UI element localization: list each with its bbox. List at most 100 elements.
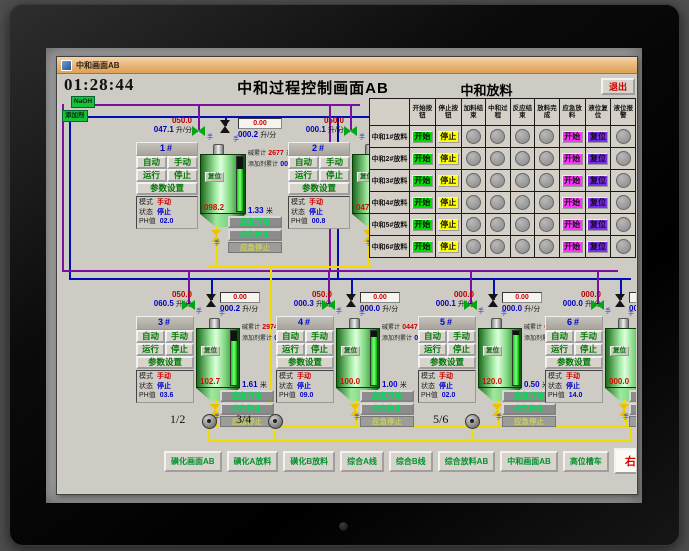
manual-mark: 手 [336, 309, 343, 315]
emergency-discharge-button[interactable]: 开始 [561, 130, 583, 143]
run-button[interactable]: 运行 [288, 169, 319, 182]
naoh-valve-icon[interactable] [192, 126, 205, 136]
params-button[interactable]: 参数设置 [136, 356, 194, 369]
nav-button[interactable]: 综合A线 [340, 450, 384, 472]
additive-valve-icon[interactable] [615, 294, 626, 307]
emergency-start-button[interactable]: 应急开始 [228, 216, 282, 228]
pump-icon[interactable] [268, 414, 283, 429]
nav-button[interactable]: 高位槽车 [562, 450, 609, 472]
unit-control-panel: 1# 自动 手动 运行 停止 参数设置 模式 手动 状态 停止 PH值 02.0 [136, 142, 198, 229]
stop-button[interactable]: 停止 [574, 343, 603, 356]
manual-button[interactable]: 手动 [319, 156, 350, 169]
stop-button[interactable]: 停止 [447, 343, 476, 356]
manual-button[interactable]: 手动 [574, 330, 603, 343]
additive-valve-icon[interactable] [220, 120, 231, 133]
auto-button[interactable]: 自动 [418, 330, 447, 343]
params-button[interactable]: 参数设置 [276, 356, 334, 369]
tank-reset-button[interactable]: 复位 [483, 346, 502, 356]
run-button[interactable]: 运行 [276, 343, 305, 356]
emergency-discharge-button[interactable]: 开始 [561, 174, 583, 187]
level-reset-button[interactable]: 复位 [587, 152, 609, 165]
auto-button[interactable]: 自动 [545, 330, 574, 343]
additive-total-label: 添加剂累计 [248, 162, 279, 168]
manual-mark: 手 [628, 311, 635, 317]
emergency-stop-button[interactable]: 应急停止 [228, 229, 282, 241]
naoh-valve-icon[interactable] [182, 300, 195, 310]
params-button[interactable]: 参数设置 [545, 356, 603, 369]
stop-button[interactable]: 停止 [437, 174, 459, 187]
naoh-valve-icon[interactable] [464, 300, 477, 310]
tank-reset-button[interactable]: 复位 [341, 346, 360, 356]
emergency-stop-button[interactable]: 应急停止 [360, 403, 414, 415]
auto-button[interactable]: 自动 [288, 156, 319, 169]
params-button[interactable]: 参数设置 [418, 356, 476, 369]
manual-button[interactable]: 手动 [165, 330, 194, 343]
naoh-valve-icon[interactable] [322, 300, 335, 310]
stop-button[interactable]: 停止 [437, 218, 459, 231]
run-button[interactable]: 运行 [136, 169, 167, 182]
alkali-total-label: 碱累计 [382, 325, 401, 331]
auto-button[interactable]: 自动 [136, 330, 165, 343]
nav-button[interactable]: 中和画面AB [500, 450, 558, 472]
tank-reset-button[interactable]: 复位 [205, 172, 224, 182]
tank-reset-button[interactable]: 复位 [610, 346, 629, 356]
additive-valve-icon[interactable] [206, 294, 217, 307]
exit-button[interactable]: 退出 [601, 78, 635, 95]
stop-button[interactable]: 停止 [437, 130, 459, 143]
emergency-stop-button[interactable]: 应急停止 [629, 403, 636, 415]
start-button[interactable]: 开始 [411, 218, 433, 231]
additive-valve-icon[interactable] [488, 294, 499, 307]
stop-button[interactable]: 停止 [437, 196, 459, 209]
pump-icon[interactable] [202, 414, 217, 429]
run-button[interactable]: 运行 [418, 343, 447, 356]
nav-button[interactable]: 磺化画面AB [164, 450, 222, 472]
window-titlebar[interactable]: 中和画面AB [57, 57, 637, 74]
manual-button[interactable]: 手动 [167, 156, 198, 169]
auto-button[interactable]: 自动 [136, 156, 167, 169]
nav-button[interactable]: 右屏 [613, 448, 636, 474]
run-button[interactable]: 运行 [545, 343, 574, 356]
stop-button[interactable]: 停止 [437, 152, 459, 165]
stop-button[interactable]: 停止 [437, 240, 459, 253]
start-button[interactable]: 开始 [411, 240, 433, 253]
row-label: 中和2#放料 [369, 147, 410, 170]
start-button[interactable]: 开始 [411, 174, 433, 187]
emergency-start-button[interactable]: 应急开始 [220, 390, 274, 402]
stop-button[interactable]: 停止 [305, 343, 334, 356]
run-button[interactable]: 运行 [136, 343, 165, 356]
emergency-discharge-button[interactable]: 开始 [561, 152, 583, 165]
naoh-valve-icon[interactable] [591, 300, 604, 310]
stop-button[interactable]: 停止 [167, 169, 198, 182]
pump-icon[interactable] [465, 414, 480, 429]
stop-button[interactable]: 停止 [319, 169, 350, 182]
params-button[interactable]: 参数设置 [136, 182, 198, 195]
emergency-discharge-button[interactable]: 开始 [561, 218, 583, 231]
start-button[interactable]: 开始 [411, 130, 433, 143]
nav-button[interactable]: 综合放料AB [437, 450, 496, 472]
emergency-start-button[interactable]: 应急开始 [629, 390, 636, 402]
auto-button[interactable]: 自动 [276, 330, 305, 343]
start-button[interactable]: 开始 [411, 196, 433, 209]
nav-button[interactable]: 综合B线 [388, 450, 433, 472]
level-reset-button[interactable]: 复位 [587, 240, 609, 253]
level-reset-button[interactable]: 复位 [587, 130, 609, 143]
nav-button[interactable]: 磺化A放料 [226, 450, 279, 472]
mode-value: 手动 [297, 373, 311, 380]
state-value: 停止 [157, 382, 171, 390]
tank-reset-button[interactable]: 复位 [201, 346, 220, 356]
start-button[interactable]: 开始 [411, 152, 433, 165]
naoh-valve-icon[interactable] [344, 126, 357, 136]
manual-button[interactable]: 手动 [447, 330, 476, 343]
emergency-discharge-button[interactable]: 开始 [561, 240, 583, 253]
stop-button[interactable]: 停止 [165, 343, 194, 356]
nav-button[interactable]: 磺化B放料 [283, 450, 336, 472]
manual-button[interactable]: 手动 [305, 330, 334, 343]
emergency-discharge-button[interactable]: 开始 [561, 196, 583, 209]
emergency-start-button[interactable]: 应急开始 [360, 390, 414, 402]
level-reset-button[interactable]: 复位 [587, 218, 609, 231]
level-reset-button[interactable]: 复位 [587, 196, 609, 209]
naoh-setpoint: 050.0 [323, 116, 344, 125]
level-reset-button[interactable]: 复位 [587, 174, 609, 187]
additive-valve-icon[interactable] [346, 294, 357, 307]
params-button[interactable]: 参数设置 [288, 182, 350, 195]
